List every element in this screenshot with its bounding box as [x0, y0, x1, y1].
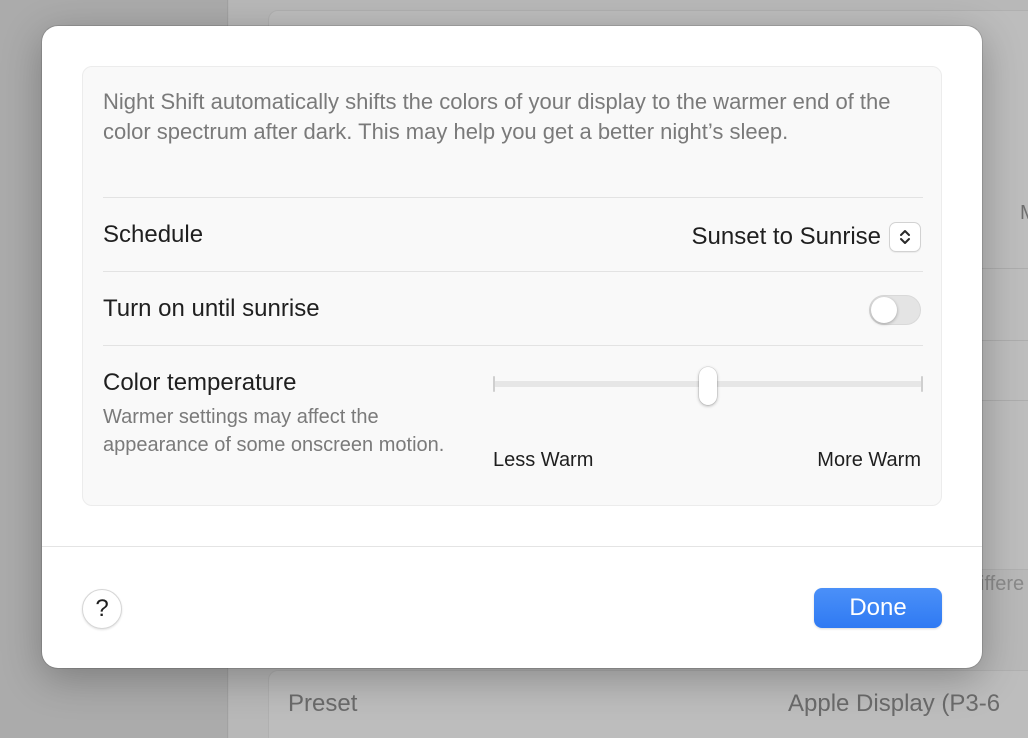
slider-tick-max [921, 376, 923, 392]
color-temperature-label: Color temperature [103, 369, 297, 396]
night-shift-settings-group: Night Shift automatically shifts the col… [82, 66, 942, 506]
turn-on-label: Turn on until sunrise [103, 295, 320, 322]
preset-value: Apple Display (P3-6 [788, 690, 1001, 717]
done-button[interactable]: Done [814, 588, 942, 628]
night-shift-description: Night Shift automatically shifts the col… [103, 89, 891, 144]
row-divider [103, 345, 923, 346]
row-divider [103, 271, 923, 272]
turn-on-toggle[interactable] [869, 295, 921, 325]
up-down-chevron-icon[interactable] [889, 222, 921, 252]
background-row-value: M [1020, 202, 1028, 225]
schedule-label: Schedule [103, 221, 204, 248]
slider-max-label: More Warm [817, 449, 921, 471]
background-row-text: iffere [980, 573, 1025, 595]
color-temperature-note: Warmer settings may affect the appearanc… [103, 406, 445, 456]
schedule-popup-button[interactable]: Sunset to Sunrise [692, 221, 921, 253]
row-divider [103, 197, 923, 198]
slider-tick-min [493, 376, 495, 392]
preset-label: Preset [288, 690, 358, 717]
schedule-value: Sunset to Sunrise [691, 223, 881, 250]
slider-thumb[interactable] [699, 367, 717, 405]
toggle-knob [871, 297, 897, 323]
help-button[interactable]: ? [82, 589, 122, 629]
color-temperature-slider[interactable] [493, 367, 923, 407]
slider-min-label: Less Warm [493, 449, 594, 471]
footer-divider [42, 546, 982, 547]
night-shift-sheet: Night Shift automatically shifts the col… [42, 26, 982, 668]
